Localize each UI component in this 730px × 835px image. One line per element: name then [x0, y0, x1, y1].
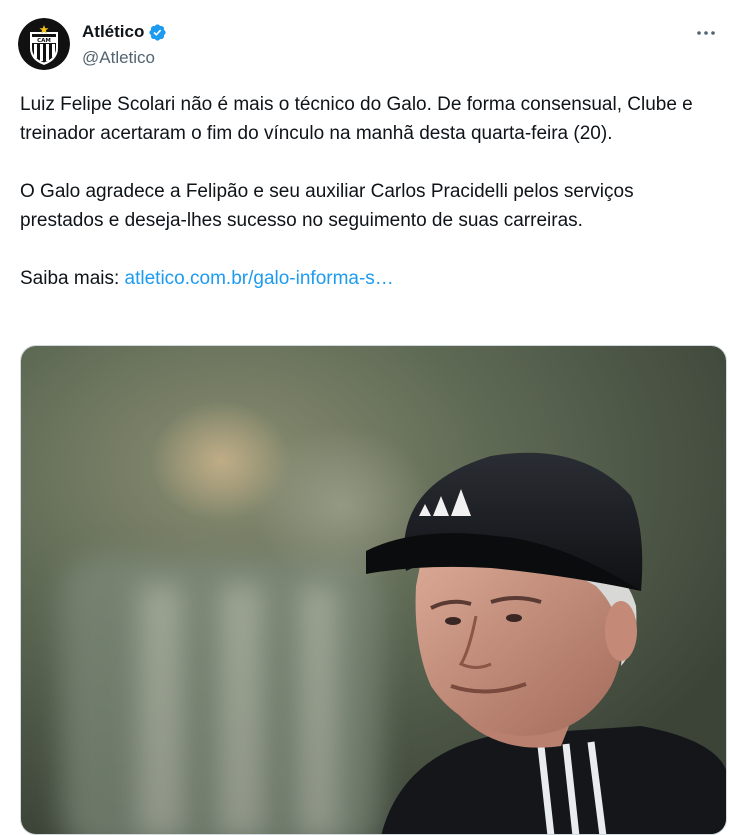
tweet-paragraph: O Galo agradece a Felipão e seu auxiliar… — [20, 181, 634, 231]
tweet-link-line: Saiba mais: atletico.com.br/galo-informa… — [20, 264, 715, 293]
tweet-text: Luiz Felipe Scolari não é mais o técnico… — [20, 90, 715, 293]
more-options-button[interactable] — [692, 22, 720, 44]
tweet-card: CAM Atlético @Atletico Luiz Felipe Scola… — [0, 0, 730, 835]
author-display-name[interactable]: Atlético — [82, 22, 144, 42]
tweet-header: Atlético @Atletico — [82, 20, 167, 68]
name-row: Atlético — [82, 20, 167, 44]
atletico-mineiro-crest-icon: CAM — [18, 18, 70, 70]
more-options-icon — [697, 31, 715, 35]
photo-coach-in-cap-icon — [21, 346, 726, 834]
tweet-media-photo[interactable] — [20, 345, 727, 835]
author-handle[interactable]: @Atletico — [82, 48, 167, 68]
svg-text:CAM: CAM — [37, 38, 51, 44]
verified-badge-icon — [148, 23, 167, 42]
article-link[interactable]: atletico.com.br/galo-informa-s… — [125, 268, 394, 289]
author-avatar[interactable]: CAM — [18, 18, 70, 70]
link-prefix: Saiba mais: — [20, 268, 125, 289]
tweet-paragraph: Luiz Felipe Scolari não é mais o técnico… — [20, 94, 693, 144]
